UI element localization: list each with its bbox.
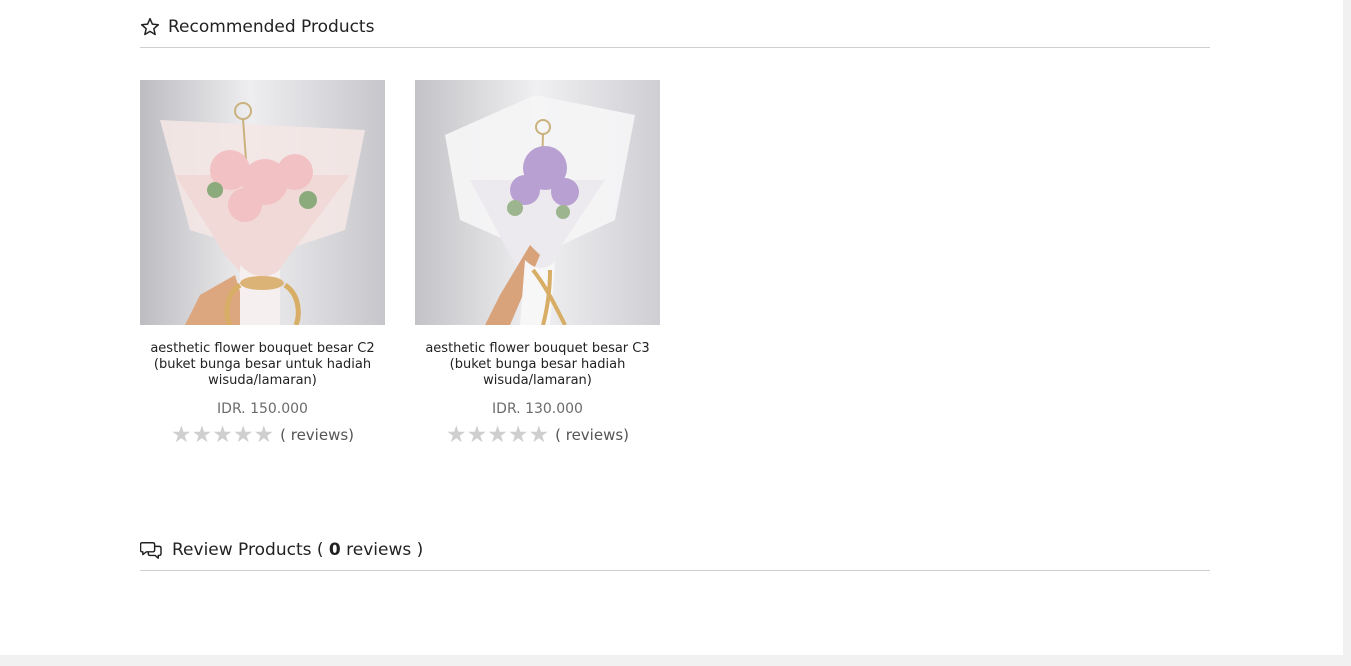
star-empty-icon: ★: [445, 422, 467, 448]
pink-flower-bouquet-photo: [140, 80, 385, 325]
star-rating: ★ ★ ★ ★ ★: [446, 423, 549, 447]
star-empty-icon: ★: [170, 422, 192, 448]
product-price: IDR. 150.000: [217, 401, 308, 417]
star-empty-icon: ★: [253, 422, 275, 448]
review-title-prefix: Review Products (: [172, 539, 324, 560]
review-products-title: Review Products ( 0 reviews ): [172, 540, 423, 560]
footer-strip: [0, 655, 1343, 666]
product-name[interactable]: aesthetic flower bouquet besar C2 (buket…: [144, 341, 381, 389]
recommended-header: Recommended Products: [140, 6, 1210, 48]
product-card[interactable]: aesthetic flower bouquet besar C3 (buket…: [415, 80, 660, 447]
review-title-suffix: reviews ): [346, 539, 424, 560]
rating-row: ★ ★ ★ ★ ★ ( reviews): [140, 423, 385, 447]
review-products-header: Review Products ( 0 reviews ): [140, 529, 1210, 571]
star-empty-icon: ★: [232, 422, 254, 448]
chat-bubbles-icon: [140, 540, 162, 560]
product-card[interactable]: aesthetic flower bouquet besar C2 (buket…: [140, 80, 385, 447]
star-rating: ★ ★ ★ ★ ★: [171, 423, 274, 447]
recommended-title: Recommended Products: [168, 16, 375, 37]
star-empty-icon: ★: [487, 422, 508, 448]
star-empty-icon: ★: [191, 422, 213, 448]
review-count: 0: [328, 539, 341, 560]
lavender-flower-bouquet-photo: [415, 80, 660, 325]
reviews-count-link[interactable]: ( reviews): [555, 426, 629, 444]
product-image-link[interactable]: [140, 80, 385, 325]
star-empty-icon: ★: [507, 422, 529, 448]
reviews-count-link[interactable]: ( reviews): [280, 426, 354, 444]
star-outline-icon: [140, 17, 160, 37]
rating-row: ★ ★ ★ ★ ★ ( reviews): [415, 423, 660, 447]
scrollbar-track[interactable]: [1343, 0, 1351, 666]
product-image-link[interactable]: [415, 80, 660, 325]
product-price: IDR. 130.000: [492, 401, 583, 417]
product-name[interactable]: aesthetic flower bouquet besar C3 (buket…: [419, 341, 656, 389]
star-empty-icon: ★: [212, 422, 233, 448]
star-empty-icon: ★: [528, 422, 550, 448]
star-empty-icon: ★: [466, 422, 488, 448]
